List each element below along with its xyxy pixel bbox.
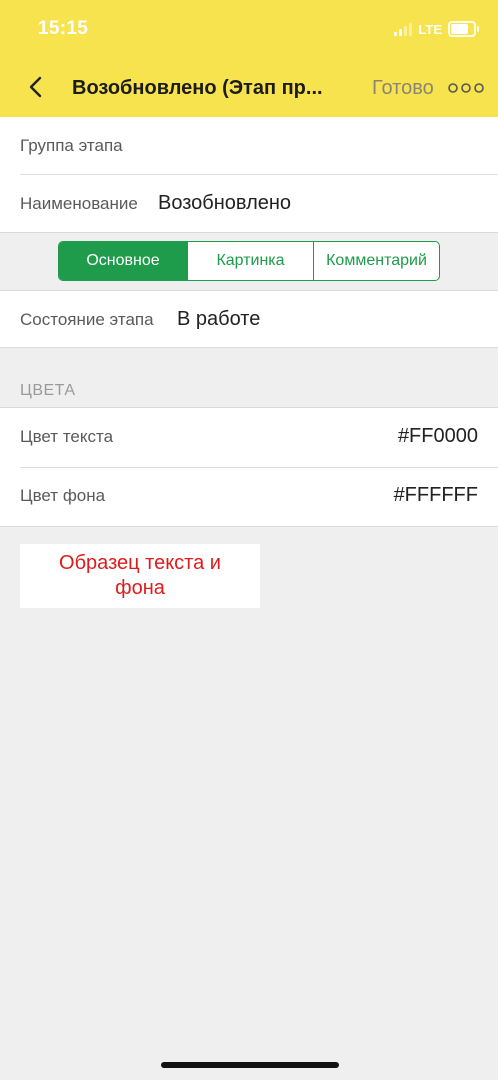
sample-text: Образец текста и фона — [59, 552, 221, 599]
battery-icon — [448, 21, 479, 37]
tabs-segmented-control: Основное Картинка Комментарий — [58, 241, 440, 281]
bg-color-value[interactable]: #FFFFFF — [394, 484, 478, 507]
divider — [0, 347, 498, 348]
state-label: Состояние этапа — [20, 310, 154, 329]
status-time: 15:15 — [38, 18, 89, 39]
more-dots-icon[interactable] — [448, 81, 484, 95]
state-row[interactable]: Состояние этапа В работе — [0, 291, 498, 347]
text-color-label: Цвет текста — [20, 427, 114, 446]
bg-color-label: Цвет фона — [20, 486, 106, 505]
name-value[interactable]: Возобновлено — [158, 192, 291, 215]
main-fields-card: Группа этапа Наименование Возобновлено — [0, 117, 498, 232]
name-row[interactable]: Наименование Возобновлено — [0, 175, 498, 232]
signal-icon — [394, 22, 413, 36]
header: 15:15 LTE Возобновлено (Этап пр... Готов… — [0, 0, 498, 117]
tab-picture[interactable]: Картинка — [187, 242, 313, 280]
home-indicator — [161, 1062, 339, 1068]
divider — [0, 526, 498, 527]
name-label: Наименование — [20, 194, 138, 213]
status-bar: 15:15 LTE — [0, 0, 498, 58]
bg-color-row[interactable]: Цвет фона #FFFFFF — [0, 468, 498, 526]
divider — [0, 232, 498, 233]
state-card: Состояние этапа В работе — [0, 291, 498, 347]
tab-comment[interactable]: Комментарий — [313, 242, 439, 280]
done-button[interactable]: Готово — [372, 77, 434, 100]
group-row[interactable]: Группа этапа — [0, 117, 498, 175]
color-sample-preview: Образец текста и фона — [20, 544, 260, 608]
network-type: LTE — [418, 21, 442, 37]
tab-main[interactable]: Основное — [59, 242, 187, 280]
colors-card: Цвет текста #FF0000 Цвет фона #FFFFFF — [0, 408, 498, 526]
colors-section-header: ЦВЕТА — [20, 382, 76, 399]
state-value[interactable]: В работе — [177, 308, 260, 331]
group-label: Группа этапа — [20, 136, 123, 155]
page-title: Возобновлено (Этап пр... — [72, 77, 323, 99]
status-indicators: LTE — [394, 19, 479, 39]
text-color-row[interactable]: Цвет текста #FF0000 — [0, 408, 498, 467]
text-color-value[interactable]: #FF0000 — [398, 425, 478, 448]
chevron-left-icon[interactable] — [24, 75, 48, 99]
nav-bar: Возобновлено (Этап пр... Готово — [0, 58, 498, 117]
